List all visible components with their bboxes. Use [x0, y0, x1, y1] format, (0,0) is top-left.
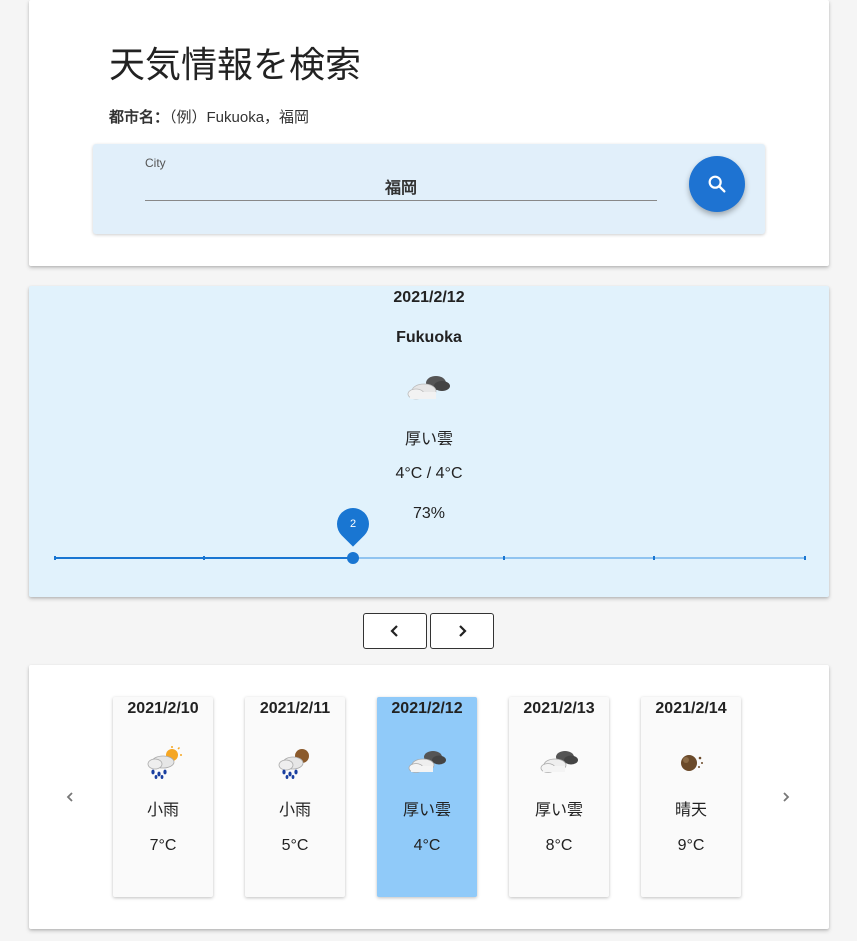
cloud-icon [540, 751, 578, 773]
search-card: 天気情報を検索 都市名：（例）Fukuoka，福岡 City 福岡 [29, 0, 829, 266]
cloud-icon [408, 751, 446, 773]
city-hint-label: 都市名： [109, 109, 170, 126]
weather-detail-card: 2021/2/12 Fukuoka 厚い雲 4°C / 4°C 73% 2 [29, 286, 829, 597]
city-input[interactable]: 福岡 [145, 174, 657, 198]
day-date: 2021/2/12 [391, 700, 463, 717]
carousel-prev-button[interactable] [60, 787, 80, 807]
detail-temperature: 4°C / 4°C [395, 465, 463, 482]
city-field-label: City [145, 156, 166, 170]
day-condition: 晴天 [674, 802, 707, 819]
chevron-right-icon [459, 625, 467, 637]
cloud-icon [29, 370, 829, 406]
forecast-day-card[interactable]: 2021/2/12 厚い雲 4°C [377, 697, 477, 897]
day-temperature: 7°C [149, 837, 177, 854]
city-hint-example: （例）Fukuoka，福岡 [169, 109, 310, 126]
day-condition: 小雨 [278, 802, 311, 819]
slider-mark [503, 556, 505, 560]
next-day-button[interactable] [430, 613, 494, 649]
chevron-right-icon [783, 792, 790, 802]
day-condition: 厚い雲 [534, 802, 583, 819]
city-hint: 都市名：（例）Fukuoka，福岡 [109, 106, 309, 127]
chevron-left-icon [66, 792, 73, 802]
day-date: 2021/2/14 [655, 700, 727, 717]
city-input-underline [145, 200, 657, 201]
forecast-day-card[interactable]: 2021/2/11 小雨 5°C [245, 697, 345, 897]
slider-mark [203, 556, 205, 560]
day-condition: 小雨 [146, 802, 179, 819]
prev-day-button[interactable] [363, 613, 427, 649]
forecast-day-card[interactable]: 2021/2/14 晴天 9°C [641, 697, 741, 897]
forecast-card: 2021/2/10 小雨 7°C 2021/2/11 小雨 5°C 2021/2… [29, 665, 829, 929]
day-date: 2021/2/10 [127, 700, 199, 717]
search-bar: City 福岡 [93, 144, 765, 234]
day-temperature: 5°C [281, 837, 309, 854]
slider-thumb[interactable] [347, 552, 359, 564]
day-temperature: 4°C [413, 837, 441, 854]
page-title: 天気情報を検索 [109, 44, 362, 85]
day-slider[interactable]: 2 [54, 501, 806, 574]
detail-humidity: 73% [412, 505, 446, 522]
slider-mark [804, 556, 806, 560]
detail-date: 2021/2/12 [393, 289, 465, 306]
detail-city: Fukuoka [396, 329, 462, 346]
day-date: 2021/2/13 [523, 700, 595, 717]
day-date: 2021/2/11 [259, 700, 331, 717]
detail-condition: 厚い雲 [404, 431, 453, 448]
day-temperature: 8°C [545, 837, 573, 854]
rain-moon-icon [278, 749, 309, 779]
day-temperature: 9°C [677, 837, 705, 854]
search-button[interactable] [689, 156, 745, 212]
rain-sun-icon [147, 746, 182, 779]
chevron-left-icon [390, 625, 398, 637]
day-condition: 厚い雲 [402, 802, 451, 819]
search-icon [708, 175, 726, 193]
forecast-day-card[interactable]: 2021/2/13 厚い雲 8°C [509, 697, 609, 897]
slider-mark [54, 556, 56, 560]
forecast-day-card[interactable]: 2021/2/10 小雨 7°C [113, 697, 213, 897]
carousel-next-button[interactable] [776, 787, 796, 807]
moon-icon [681, 755, 703, 771]
slider-mark [653, 556, 655, 560]
